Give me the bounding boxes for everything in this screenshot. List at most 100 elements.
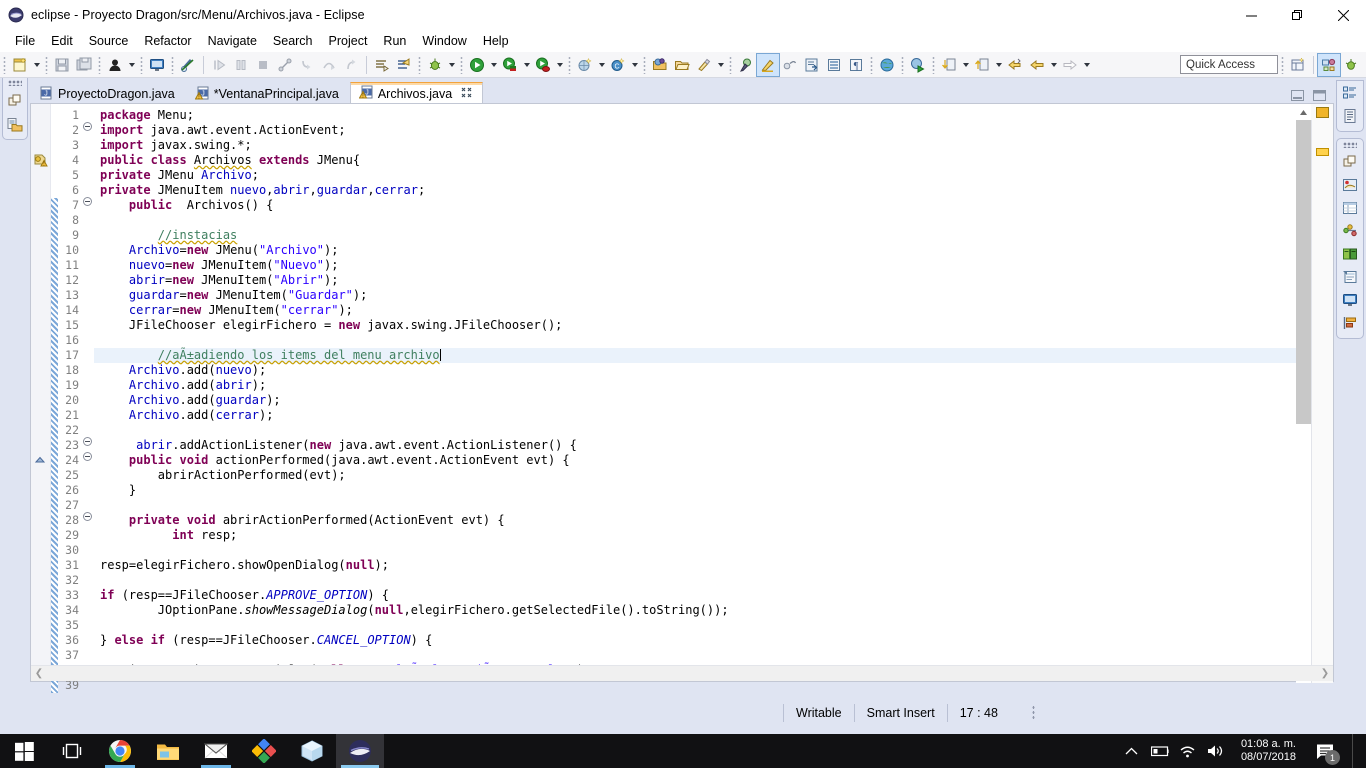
console-view-icon[interactable]	[1340, 290, 1360, 310]
editor-tab-proyectodragon[interactable]: J ProyectoDragon.java	[30, 82, 186, 105]
override-marker-icon[interactable]	[33, 453, 49, 467]
scrollbar-thumb[interactable]	[1296, 120, 1311, 424]
code-line[interactable]: JOptionPane.showMessageDialog(null,elegi…	[94, 603, 1333, 618]
folding-ruler[interactable]	[82, 104, 94, 681]
code-line[interactable]: Archivo.add(abrir);	[94, 378, 1333, 393]
step-into-icon[interactable]	[296, 54, 318, 76]
code-line[interactable]: }	[94, 483, 1333, 498]
save-all-icon[interactable]	[73, 54, 95, 76]
editor-tab-ventanaprincipal[interactable]: J! *VentanaPrincipal.java	[186, 82, 350, 105]
collapse-icon[interactable]	[83, 197, 92, 206]
new-java-project-icon[interactable]	[574, 54, 596, 76]
code-line[interactable]	[94, 648, 1333, 663]
new-class-dropdown-arrow[interactable]	[629, 54, 640, 76]
open-perspective-icon[interactable]	[1287, 54, 1309, 76]
code-line[interactable]: abrirActionPerformed(evt);	[94, 468, 1333, 483]
menu-refactor[interactable]: Refactor	[136, 32, 199, 50]
editor-horizontal-scrollbar[interactable]: ❮ ❯	[31, 665, 1333, 681]
code-line[interactable]	[94, 543, 1333, 558]
code-line[interactable]: JFileChooser elegirFichero = new javax.s…	[94, 318, 1333, 333]
scroll-up-icon[interactable]	[1296, 104, 1311, 120]
notification-icon[interactable]: 1	[1312, 738, 1340, 765]
skip-breakpoints-icon[interactable]	[177, 54, 199, 76]
step-over-icon[interactable]	[318, 54, 340, 76]
code-line[interactable]	[94, 618, 1333, 633]
restore-icon[interactable]	[1274, 0, 1320, 30]
code-line[interactable]: //instacias	[94, 228, 1333, 243]
code-line[interactable]: Archivo.add(guardar);	[94, 393, 1333, 408]
show-desktop-button[interactable]	[1352, 734, 1360, 768]
code-line[interactable]: abrir.addActionListener(new java.awt.eve…	[94, 438, 1333, 453]
debug-icon[interactable]	[424, 54, 446, 76]
open-package-icon[interactable]	[671, 54, 693, 76]
person-icon[interactable]	[104, 54, 126, 76]
run-icon[interactable]	[466, 54, 488, 76]
scroll-left-icon[interactable]: ❮	[31, 666, 47, 682]
externalize-strings-icon[interactable]	[801, 54, 823, 76]
taskbar-clock[interactable]: 01:08 a. m. 08/07/2018	[1235, 738, 1302, 764]
resume-icon[interactable]	[208, 54, 230, 76]
code-line[interactable]: Archivo=new JMenu("Archivo");	[94, 243, 1333, 258]
editor-tab-archivos[interactable]: J! Archivos.java	[349, 82, 484, 105]
code-line[interactable]: import javax.swing.*;	[94, 138, 1333, 153]
suspend-icon[interactable]	[230, 54, 252, 76]
code-line[interactable]: private JMenuItem nuevo,abrir,guardar,ce…	[94, 183, 1333, 198]
menu-window[interactable]: Window	[414, 32, 474, 50]
next-annotation-dropdown-arrow[interactable]	[993, 54, 1004, 76]
code-line[interactable]: } else if (resp==JFileChooser.CANCEL_OPT…	[94, 633, 1333, 648]
debug-perspective-icon[interactable]	[1340, 54, 1362, 76]
menu-help[interactable]: Help	[475, 32, 517, 50]
menu-source[interactable]: Source	[81, 32, 137, 50]
show-hidden-icons[interactable]	[1123, 742, 1141, 760]
code-line[interactable]: resp=elegirFichero.showOpenDialog(null);	[94, 558, 1333, 573]
progress-view-icon[interactable]	[1340, 313, 1360, 333]
search-icon[interactable]	[735, 54, 757, 76]
paragraph-icon[interactable]: ¶	[845, 54, 867, 76]
start-button[interactable]	[0, 734, 48, 768]
task-list-icon[interactable]	[1340, 106, 1360, 126]
code-line[interactable]	[94, 573, 1333, 588]
chrome-taskbar-item[interactable]	[96, 734, 144, 768]
code-line[interactable]	[94, 333, 1333, 348]
step-return-icon[interactable]	[340, 54, 362, 76]
snippets-view-icon[interactable]	[1340, 267, 1360, 287]
code-line[interactable]: int resp;	[94, 528, 1333, 543]
right-fastview-drag-handle[interactable]	[1343, 142, 1357, 148]
restore-view-icon[interactable]	[5, 91, 25, 111]
code-line[interactable]: Archivo.add(nuevo);	[94, 363, 1333, 378]
code-line[interactable]	[94, 213, 1333, 228]
mail-taskbar-item[interactable]	[192, 734, 240, 768]
menu-search[interactable]: Search	[265, 32, 321, 50]
link-icon[interactable]	[779, 54, 801, 76]
scroll-right-icon[interactable]: ❯	[1317, 666, 1333, 682]
collapse-icon[interactable]	[83, 122, 92, 131]
new-class-icon[interactable]: C	[607, 54, 629, 76]
save-icon[interactable]	[51, 54, 73, 76]
open-resource-dropdown-arrow[interactable]	[715, 54, 726, 76]
build-all-icon[interactable]	[371, 54, 393, 76]
maximize-editor-icon[interactable]	[1312, 89, 1326, 101]
battery-icon[interactable]	[1150, 742, 1169, 760]
servers-view-icon[interactable]	[1340, 244, 1360, 264]
run-dropdown-arrow[interactable]	[488, 54, 499, 76]
open-type-icon[interactable]	[649, 54, 671, 76]
close-icon[interactable]	[1320, 0, 1366, 30]
code-line[interactable]: import java.awt.event.ActionEvent;	[94, 123, 1333, 138]
collapse-icon[interactable]	[83, 437, 92, 446]
task-view-button[interactable]	[48, 734, 96, 768]
edit-highlight-icon[interactable]	[756, 52, 780, 77]
code-line[interactable]: public class Archivos extends JMenu{	[94, 153, 1333, 168]
menu-edit[interactable]: Edit	[43, 32, 81, 50]
new-wizard-icon[interactable]	[9, 54, 31, 76]
code-line[interactable]: guardar=new JMenuItem("Guardar");	[94, 288, 1333, 303]
code-line[interactable]: private void abrirActionPerformed(Action…	[94, 513, 1333, 528]
volume-icon[interactable]	[1207, 742, 1225, 760]
collapse-icon[interactable]	[83, 512, 92, 521]
outline-icon[interactable]	[1340, 83, 1360, 103]
forward-icon[interactable]	[1059, 54, 1081, 76]
fastview-drag-handle[interactable]	[8, 80, 22, 86]
code-line[interactable]: //aÃ±adiendo los items del menu archivo	[94, 348, 1333, 363]
editor-vertical-scrollbar[interactable]	[1296, 104, 1311, 683]
java-perspective-icon[interactable]	[1317, 52, 1341, 77]
code-line[interactable]: public void actionPerformed(java.awt.eve…	[94, 453, 1333, 468]
